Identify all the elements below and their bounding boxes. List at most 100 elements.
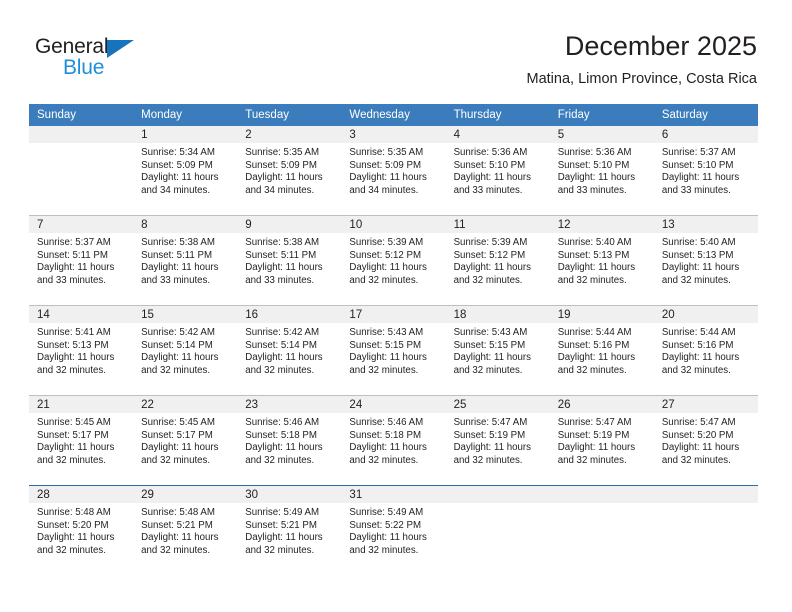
day-details: Sunrise: 5:43 AM Sunset: 5:15 PM Daylight:…	[341, 323, 445, 377]
daylight-text-line1: Daylight: 11 hours	[37, 532, 115, 544]
calendar-day-cell[interactable]: 26 Sunrise: 5:47 AM Sunset: 5:19 PM Dayligh…	[549, 395, 654, 479]
calendar-day-cell-empty	[29, 126, 134, 209]
sunset-text: Sunset: 5:13 PM	[557, 249, 630, 261]
daylight-text-line1: Daylight: 11 hours	[661, 172, 740, 184]
day-details: Sunrise: 5:40 AM Sunset: 5:13 PM Daylight:…	[550, 233, 654, 287]
day-cell-inner: 19 Sunrise: 5:44 AM Sunset: 5:16 PM Dayligh…	[549, 306, 654, 389]
calendar-day-cell[interactable]: 4 Sunrise: 5:36 AM Sunset: 5:10 PM Daylight…	[445, 126, 550, 209]
sunrise-text: Sunrise: 5:47 AM	[453, 417, 528, 428]
day-number: 31	[341, 486, 446, 503]
sunset-text: Sunset: 5:16 PM	[661, 339, 734, 351]
day-cell-inner: 21 Sunrise: 5:45 AM Sunset: 5:17 PM Dayligh…	[29, 396, 134, 479]
day-number: 15	[133, 306, 238, 323]
sunrise-text: Sunrise: 5:40 AM	[661, 237, 736, 248]
sunrise-text: Sunrise: 5:48 AM	[141, 507, 215, 518]
day-details: Sunrise: 5:39 AM Sunset: 5:12 PM Daylight:…	[341, 233, 445, 287]
day-cell-inner: 2 Sunrise: 5:35 AM Sunset: 5:09 PM Daylight…	[237, 126, 342, 209]
page-subtitle: Matina, Limon Province, Costa Rica	[526, 71, 758, 87]
daylight-text-line2: and 32 minutes.	[37, 454, 106, 466]
sunrise-text: Sunrise: 5:34 AM	[141, 147, 215, 158]
day-details: Sunrise: 5:38 AM Sunset: 5:11 PM Daylight:…	[133, 233, 237, 287]
day-details: Sunrise: 5:42 AM Sunset: 5:14 PM Daylight:…	[237, 323, 341, 377]
calendar-day-cell[interactable]: 23 Sunrise: 5:46 AM Sunset: 5:18 PM Dayligh…	[237, 395, 342, 479]
daylight-text-line1: Daylight: 11 hours	[661, 262, 740, 274]
sunrise-text: Sunrise: 5:48 AM	[37, 507, 111, 518]
calendar-day-cell[interactable]: 18 Sunrise: 5:43 AM Sunset: 5:15 PM Dayligh…	[445, 305, 550, 389]
calendar-day-cell[interactable]: 11 Sunrise: 5:39 AM Sunset: 5:12 PM Dayligh…	[445, 215, 550, 299]
daylight-text-line2: and 32 minutes.	[349, 364, 419, 376]
day-number: 19	[549, 306, 654, 323]
calendar-day-cell[interactable]: 21 Sunrise: 5:45 AM Sunset: 5:17 PM Dayligh…	[29, 395, 134, 479]
calendar-day-cell[interactable]: 20 Sunrise: 5:44 AM Sunset: 5:16 PM Dayligh…	[653, 305, 758, 389]
calendar-day-cell[interactable]: 5 Sunrise: 5:36 AM Sunset: 5:10 PM Daylight…	[549, 126, 654, 209]
day-details: Sunrise: 5:39 AM Sunset: 5:12 PM Daylight:…	[446, 233, 550, 287]
day-cell-inner: 25 Sunrise: 5:47 AM Sunset: 5:19 PM Dayligh…	[445, 396, 550, 479]
sunset-text: Sunset: 5:11 PM	[245, 249, 317, 261]
calendar-day-cell[interactable]: 25 Sunrise: 5:47 AM Sunset: 5:19 PM Dayligh…	[445, 395, 550, 479]
sunset-text: Sunset: 5:20 PM	[37, 519, 109, 531]
calendar-day-cell[interactable]: 3 Sunrise: 5:35 AM Sunset: 5:09 PM Daylight…	[341, 126, 446, 209]
calendar-day-cell[interactable]: 8 Sunrise: 5:38 AM Sunset: 5:11 PM Daylight…	[133, 215, 238, 299]
calendar-day-cell[interactable]: 6 Sunrise: 5:37 AM Sunset: 5:10 PM Daylight…	[653, 126, 758, 209]
sunset-text: Sunset: 5:19 PM	[557, 429, 630, 441]
day-cell-inner	[29, 126, 134, 209]
sunset-text: Sunset: 5:13 PM	[661, 249, 734, 261]
sunset-text: Sunset: 5:14 PM	[245, 339, 317, 351]
calendar-page: General Blue December 2025 Matina, Limon…	[0, 0, 792, 612]
calendar-day-cell[interactable]: 29 Sunrise: 5:48 AM Sunset: 5:21 PM Dayligh…	[133, 485, 238, 569]
sunrise-text: Sunrise: 5:45 AM	[37, 417, 111, 428]
calendar-day-cell[interactable]: 12 Sunrise: 5:40 AM Sunset: 5:13 PM Dayligh…	[549, 215, 654, 299]
weekday-header-sunday: Sunday	[29, 104, 134, 126]
sunset-text: Sunset: 5:18 PM	[245, 429, 317, 441]
calendar-day-cell[interactable]: 9 Sunrise: 5:38 AM Sunset: 5:11 PM Daylight…	[237, 215, 342, 299]
sunrise-text: Sunrise: 5:40 AM	[557, 237, 632, 248]
daylight-text-line1: Daylight: 11 hours	[141, 442, 219, 454]
day-number: 16	[237, 306, 342, 323]
calendar-day-cell[interactable]: 17 Sunrise: 5:43 AM Sunset: 5:15 PM Dayligh…	[341, 305, 446, 389]
calendar-day-cell[interactable]: 27 Sunrise: 5:47 AM Sunset: 5:20 PM Dayligh…	[653, 395, 758, 479]
calendar-day-cell[interactable]: 7 Sunrise: 5:37 AM Sunset: 5:11 PM Daylight…	[29, 215, 134, 299]
calendar-day-cell[interactable]: 1 Sunrise: 5:34 AM Sunset: 5:09 PM Daylight…	[133, 126, 238, 209]
calendar-day-cell[interactable]: 24 Sunrise: 5:46 AM Sunset: 5:18 PM Dayligh…	[341, 395, 446, 479]
sunrise-text: Sunrise: 5:49 AM	[349, 507, 424, 518]
daylight-text-line2: and 34 minutes.	[245, 184, 315, 196]
day-number: 1	[133, 126, 238, 143]
day-cell-inner: 15 Sunrise: 5:42 AM Sunset: 5:14 PM Dayligh…	[133, 306, 238, 389]
day-cell-inner: 1 Sunrise: 5:34 AM Sunset: 5:09 PM Daylight…	[133, 126, 238, 209]
day-cell-inner: 30 Sunrise: 5:49 AM Sunset: 5:21 PM Dayligh…	[237, 486, 342, 569]
day-cell-inner: 12 Sunrise: 5:40 AM Sunset: 5:13 PM Dayligh…	[549, 216, 654, 299]
day-number: 3	[341, 126, 446, 143]
calendar-day-cell[interactable]: 19 Sunrise: 5:44 AM Sunset: 5:16 PM Dayligh…	[549, 305, 654, 389]
day-cell-inner: 13 Sunrise: 5:40 AM Sunset: 5:13 PM Dayligh…	[653, 216, 758, 299]
sunrise-text: Sunrise: 5:38 AM	[245, 237, 320, 248]
day-details: Sunrise: 5:47 AM Sunset: 5:20 PM Daylight:…	[654, 413, 758, 467]
day-number	[653, 486, 758, 503]
sunrise-text: Sunrise: 5:36 AM	[453, 147, 528, 158]
daylight-text-line2: and 32 minutes.	[245, 454, 315, 466]
calendar-day-cell[interactable]: 22 Sunrise: 5:45 AM Sunset: 5:17 PM Dayligh…	[133, 395, 238, 479]
calendar-day-cell[interactable]: 28 Sunrise: 5:48 AM Sunset: 5:20 PM Dayligh…	[29, 485, 134, 569]
calendar-day-cell[interactable]: 16 Sunrise: 5:42 AM Sunset: 5:14 PM Dayligh…	[237, 305, 342, 389]
day-details: Sunrise: 5:46 AM Sunset: 5:18 PM Daylight:…	[237, 413, 341, 467]
calendar-day-cell[interactable]: 14 Sunrise: 5:41 AM Sunset: 5:13 PM Dayligh…	[29, 305, 134, 389]
day-details: Sunrise: 5:36 AM Sunset: 5:10 PM Daylight:…	[550, 143, 654, 197]
sunset-text: Sunset: 5:17 PM	[37, 429, 109, 441]
calendar-day-cell[interactable]: 30 Sunrise: 5:49 AM Sunset: 5:21 PM Dayligh…	[237, 485, 342, 569]
calendar-day-cell[interactable]: 10 Sunrise: 5:39 AM Sunset: 5:12 PM Dayligh…	[341, 215, 446, 299]
day-details: Sunrise: 5:48 AM Sunset: 5:20 PM Daylight:…	[29, 503, 133, 557]
sunrise-text: Sunrise: 5:35 AM	[349, 147, 424, 158]
calendar-day-cell[interactable]: 13 Sunrise: 5:40 AM Sunset: 5:13 PM Dayligh…	[653, 215, 758, 299]
daylight-text-line1: Daylight: 11 hours	[141, 532, 219, 544]
daylight-text-line1: Daylight: 11 hours	[349, 352, 427, 364]
sunset-text: Sunset: 5:09 PM	[349, 159, 422, 171]
daylight-text-line1: Daylight: 11 hours	[141, 352, 219, 364]
daylight-text-line1: Daylight: 11 hours	[245, 262, 323, 274]
sunset-text: Sunset: 5:15 PM	[453, 339, 526, 351]
calendar-day-cell[interactable]: 2 Sunrise: 5:35 AM Sunset: 5:09 PM Daylight…	[237, 126, 342, 209]
day-details: Sunrise: 5:44 AM Sunset: 5:16 PM Daylight:…	[550, 323, 654, 377]
sunrise-text: Sunrise: 5:36 AM	[557, 147, 632, 158]
calendar-day-cell[interactable]: 15 Sunrise: 5:42 AM Sunset: 5:14 PM Dayligh…	[133, 305, 238, 389]
calendar-week-row: 21 Sunrise: 5:45 AM Sunset: 5:17 PM Dayligh…	[29, 395, 758, 479]
logo-text-general: General	[35, 35, 109, 58]
calendar-day-cell[interactable]: 31 Sunrise: 5:49 AM Sunset: 5:22 PM Dayligh…	[341, 485, 446, 569]
